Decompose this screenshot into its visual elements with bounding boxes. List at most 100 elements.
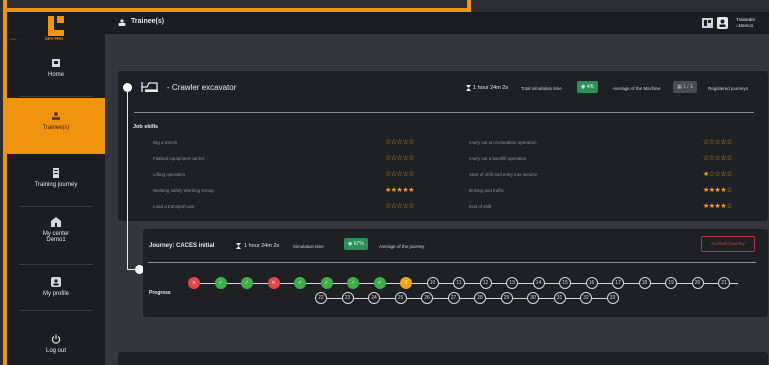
trainees-icon bbox=[52, 112, 60, 120]
logo-text: DEV PRO bbox=[45, 36, 64, 41]
progress-connector bbox=[459, 298, 474, 299]
user-info[interactable]: Traineder ⌂Demo1 bbox=[736, 17, 755, 29]
journey-divider bbox=[148, 262, 756, 263]
trainees-icon bbox=[118, 19, 126, 26]
progress-connector bbox=[730, 283, 738, 284]
progress-step[interactable]: 33 bbox=[606, 292, 619, 304]
job-skill-rating: ☆☆☆☆☆ bbox=[385, 171, 414, 178]
archived-journey-button[interactable]: Archived journey bbox=[701, 236, 755, 252]
progress-step[interactable]: 13 bbox=[506, 277, 518, 289]
journey-average-value: 67% bbox=[353, 241, 364, 247]
progress-step[interactable]: 26 bbox=[421, 292, 433, 304]
progress-step[interactable]: 25 bbox=[394, 292, 407, 304]
progress-step[interactable]: 23 bbox=[341, 292, 354, 304]
progress-step[interactable]: ✓ bbox=[214, 277, 227, 289]
progress-step[interactable]: ✓ bbox=[294, 277, 306, 289]
progress-connector bbox=[491, 283, 506, 284]
progress-connector bbox=[332, 283, 347, 284]
progress-connector bbox=[571, 283, 586, 284]
nav-trainees[interactable]: Trainee(s) bbox=[7, 98, 105, 154]
job-skill-rating: ★★★★★ bbox=[385, 187, 414, 194]
progress-connector bbox=[226, 283, 241, 284]
logo-sub: ═══ bbox=[10, 37, 17, 41]
progress-connector bbox=[279, 283, 294, 284]
progress-step[interactable]: 15 bbox=[559, 277, 571, 289]
progress-step[interactable]: ✓ bbox=[373, 277, 386, 289]
app-logo[interactable]: ═══ DEV PRO bbox=[7, 12, 105, 48]
job-skill-label: Carry out a backfill operation bbox=[469, 156, 527, 161]
journey-title: Journey: CACES initial bbox=[149, 243, 215, 249]
progress-step[interactable]: 10 bbox=[426, 277, 439, 289]
job-skill-label: Lifting operation bbox=[153, 172, 186, 177]
nav-home-label: Home bbox=[47, 72, 64, 78]
nav-training-journey[interactable]: Training journey bbox=[7, 168, 105, 188]
job-skill-rating: ★★★★☆ bbox=[703, 187, 732, 194]
progress-connector bbox=[565, 298, 580, 299]
progress-connector bbox=[539, 298, 554, 299]
progress-step[interactable]: 11 bbox=[453, 277, 465, 289]
nav-divider bbox=[19, 264, 93, 265]
language-icon[interactable] bbox=[702, 18, 713, 28]
progress-step[interactable]: 27 bbox=[447, 292, 460, 304]
progress-step[interactable]: ✓ bbox=[241, 277, 253, 289]
account-icon[interactable] bbox=[717, 17, 728, 29]
progress-step[interactable]: 22 bbox=[315, 292, 327, 304]
progress-step[interactable]: 18 bbox=[638, 277, 651, 289]
job-skill-rating: ★☆☆☆☆ bbox=[703, 171, 732, 178]
progress-connector bbox=[327, 298, 342, 299]
progress-connector bbox=[380, 298, 395, 299]
nav-my-center[interactable]: My center Demo1 bbox=[7, 217, 105, 243]
nav-divider bbox=[19, 206, 93, 207]
progress-step[interactable]: 30 bbox=[527, 292, 539, 304]
progress-connector bbox=[385, 283, 400, 284]
nav-home[interactable]: Home bbox=[7, 58, 105, 78]
progress-connector bbox=[406, 298, 421, 299]
progress-step[interactable]: ✓ bbox=[347, 277, 359, 289]
machine-divider bbox=[134, 112, 754, 113]
progress-connector bbox=[512, 298, 527, 299]
progress-step[interactable]: 12 bbox=[479, 277, 492, 289]
progress-connector bbox=[597, 283, 612, 284]
journey-average-badge: ◉ 67% bbox=[344, 238, 368, 250]
journey-average-label: Average of the journey bbox=[379, 244, 425, 249]
journey-sim-time-label: Simulation time bbox=[293, 244, 324, 249]
job-skill-label: Dig a trench bbox=[153, 140, 178, 145]
progress-connector bbox=[438, 283, 453, 284]
progress-step[interactable]: 24 bbox=[368, 292, 380, 304]
hourglass-icon bbox=[466, 85, 471, 91]
progress-connector bbox=[433, 298, 448, 299]
progress-step[interactable]: 17 bbox=[612, 277, 624, 289]
excavator-icon bbox=[141, 82, 158, 92]
progress-step[interactable]: 28 bbox=[474, 292, 486, 304]
progress-step[interactable]: ✓ bbox=[320, 277, 333, 289]
progress-step[interactable]: 19 bbox=[665, 277, 677, 289]
progress-step[interactable]: 29 bbox=[500, 292, 513, 304]
machine-card bbox=[118, 71, 768, 221]
progress-connector bbox=[486, 298, 501, 299]
progress-step[interactable]: ✕ bbox=[267, 277, 280, 289]
job-skill-label: Carry out an excavation operation bbox=[469, 140, 537, 145]
job-skill-rating: ☆☆☆☆☆ bbox=[703, 139, 732, 146]
machine-sim-time: 1 hour 24m 2s bbox=[473, 85, 509, 91]
progress-step[interactable]: 16 bbox=[585, 277, 598, 289]
progress-step[interactable]: 21 bbox=[718, 277, 730, 289]
progress-connector bbox=[592, 298, 607, 299]
timeline-line bbox=[127, 90, 128, 269]
nav-logout[interactable]: Log out bbox=[7, 334, 105, 354]
registered-value: 1 / 1 bbox=[683, 84, 693, 90]
progress-step[interactable]: 20 bbox=[691, 277, 704, 289]
center-icon bbox=[51, 217, 61, 227]
progress-step[interactable]: ✕ bbox=[188, 277, 200, 289]
progress-step[interactable]: 14 bbox=[532, 277, 545, 289]
journey-sim-time: 1 hour 24m 2s bbox=[244, 243, 280, 249]
registered-badge: ▦ 1 / 1 bbox=[673, 81, 697, 93]
nav-my-profile[interactable]: My profile bbox=[7, 277, 105, 297]
job-skill-label: Flatbed equipment carrier bbox=[153, 156, 205, 161]
progress-step[interactable]: 32 bbox=[580, 292, 592, 304]
nav-training-journey-label: Training journey bbox=[34, 182, 78, 188]
progress-step[interactable]: 9 bbox=[400, 277, 412, 289]
progress-connector bbox=[650, 283, 665, 284]
progress-step[interactable]: 31 bbox=[553, 292, 566, 304]
progress-connector bbox=[465, 283, 480, 284]
progress-connector bbox=[253, 283, 268, 284]
